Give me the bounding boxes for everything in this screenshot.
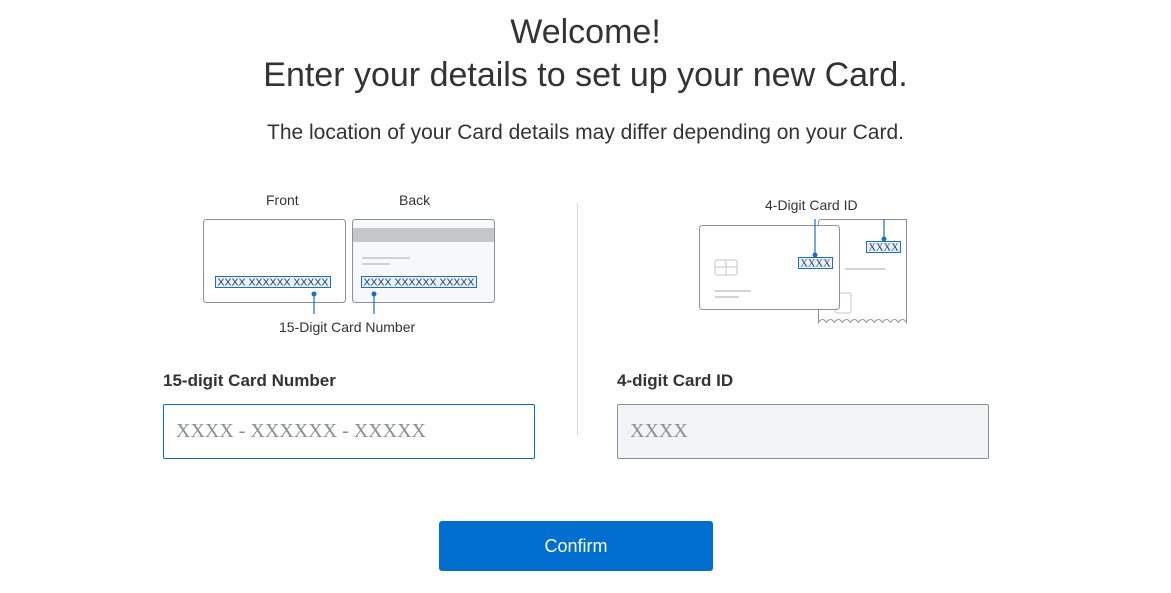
column-divider [577, 203, 578, 436]
confirm-button[interactable]: Confirm [439, 521, 713, 571]
card-id-illustration: 4-Digit Card ID XXXX XXXX [695, 195, 915, 330]
card-number-label: 15-digit Card Number [163, 371, 336, 390]
card-number-caption: 15-Digit Card Number [279, 319, 416, 335]
card-number-input[interactable] [163, 404, 535, 459]
card-number-illustration: Front Back XXXX XXXXXX XXXXX XXXX XXXXXX… [200, 190, 500, 340]
card-id-input[interactable] [617, 404, 989, 459]
card-id-graphic: XXXX XXXX [699, 219, 907, 325]
front-number-mask: XXXX XXXXXX XXXXX [218, 277, 329, 289]
setup-heading: Enter your details to set up your new Ca… [263, 56, 908, 94]
back-id-mask: XXXX [868, 243, 899, 254]
welcome-heading: Welcome! [510, 13, 661, 51]
front-id-mask: XXXX [800, 259, 831, 270]
card-location-note: The location of your Card details may di… [267, 121, 904, 144]
back-number-mask: XXXX XXXXXX XXXXX [364, 277, 475, 289]
card-front-back-graphic: XXXX XXXXXX XXXXX XXXX XXXXXX XXXXX [203, 219, 495, 314]
card-id-label: 4-digit Card ID [617, 371, 734, 390]
